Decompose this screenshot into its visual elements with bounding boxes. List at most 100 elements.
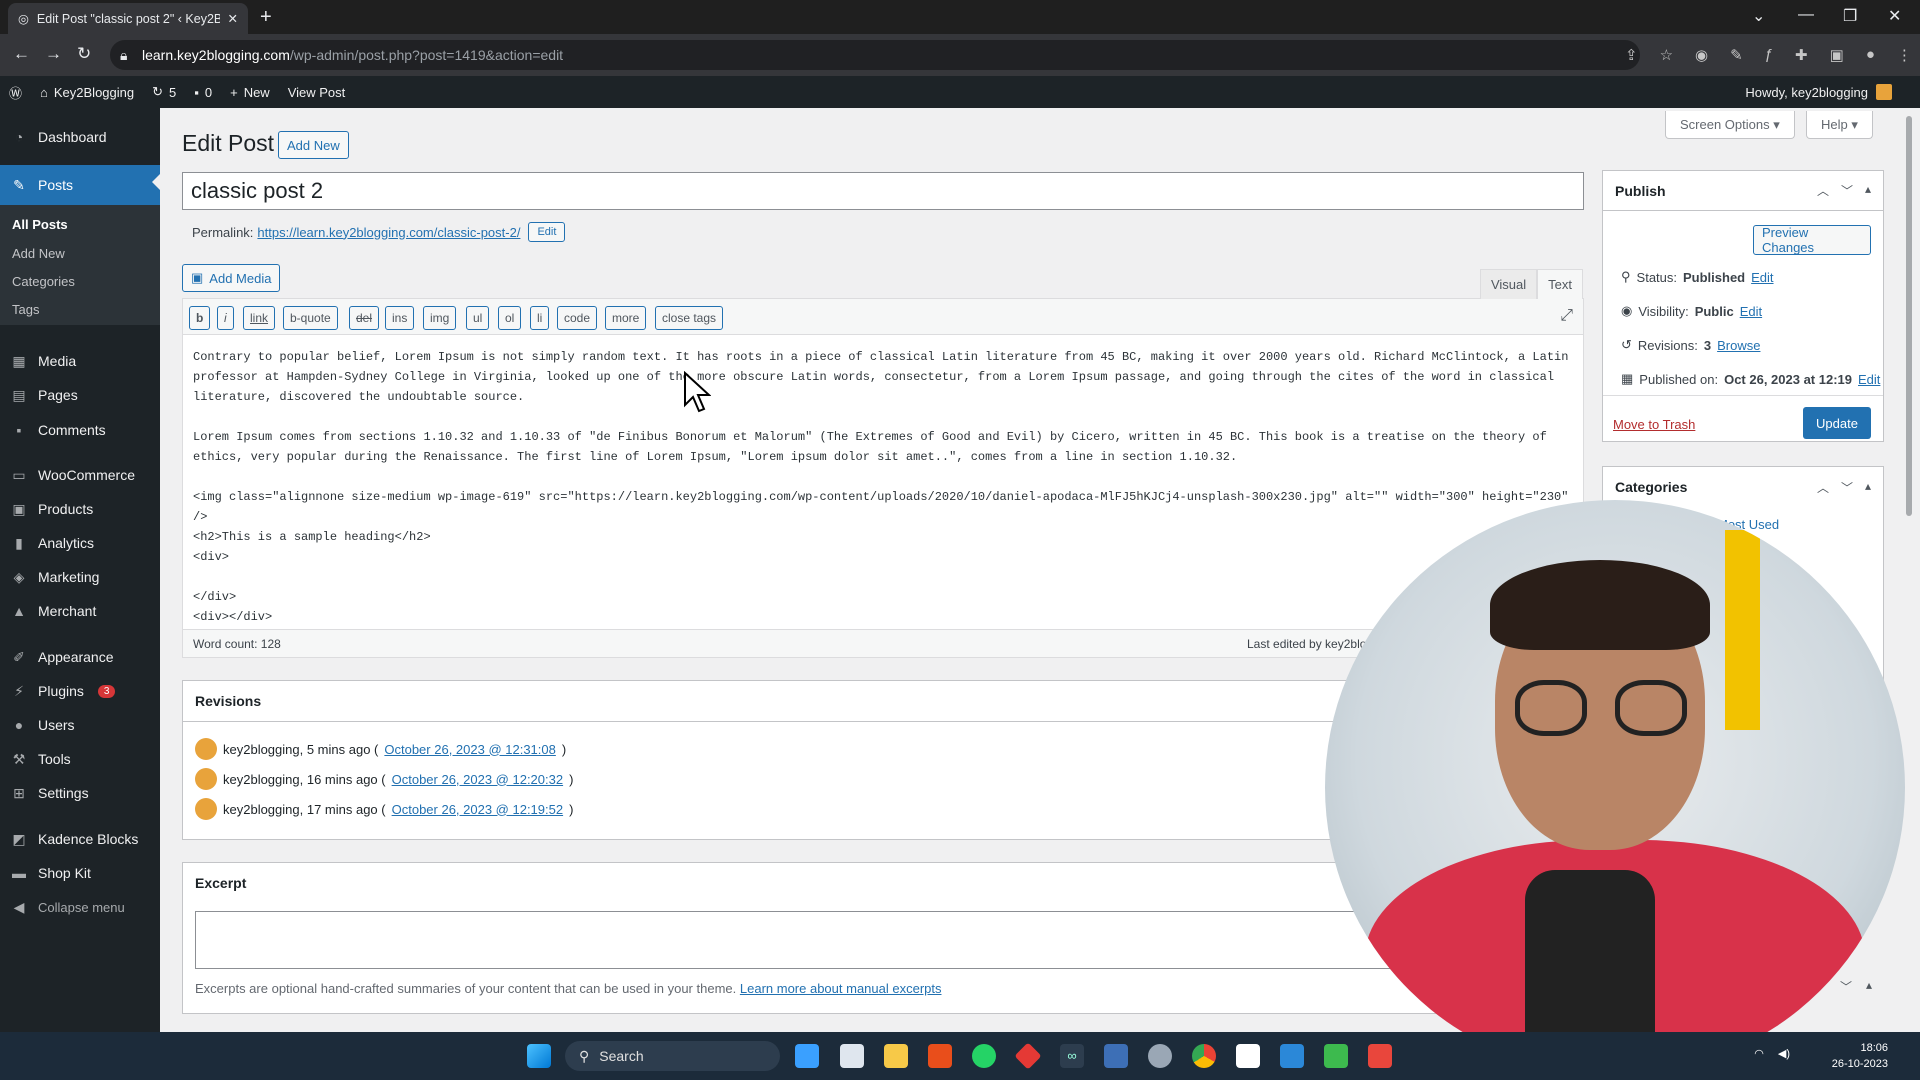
tab-visual[interactable]: Visual xyxy=(1479,269,1538,299)
scrollbar-thumb[interactable] xyxy=(1906,116,1912,516)
sidebar-item-appearance[interactable]: ✐ Appearance xyxy=(0,640,160,674)
update-button[interactable]: Update xyxy=(1803,407,1871,439)
qt-li-button[interactable]: li xyxy=(530,306,550,330)
browser-tab[interactable]: ◎ Edit Post "classic post 2" ‹ Key2Bl… ✕ xyxy=(8,3,248,34)
sidebar-item-kadence-blocks[interactable]: ◩ Kadence Blocks xyxy=(0,822,160,856)
wp-logo-icon[interactable]: Ⓦ xyxy=(0,76,31,108)
fullscreen-icon[interactable]: ⤢ xyxy=(1560,307,1573,325)
add-new-button[interactable]: Add New xyxy=(278,131,349,159)
tab-search-icon[interactable]: ⌄ xyxy=(1752,6,1765,26)
close-tab-icon[interactable]: ✕ xyxy=(228,11,238,26)
submenu-categories[interactable]: Categories xyxy=(12,274,75,289)
sidebar-item-analytics[interactable]: ▮ Analytics xyxy=(0,526,160,560)
revision-link[interactable]: October 26, 2023 @ 12:19:52 xyxy=(392,802,563,817)
visibility-edit-link[interactable]: Edit xyxy=(1740,304,1762,319)
move-up-icon[interactable]: ︿ xyxy=(1817,182,1829,199)
maximize-icon[interactable]: ❐ xyxy=(1843,6,1857,26)
post-title-input[interactable]: classic post 2 xyxy=(182,172,1584,210)
status-edit-link[interactable]: Edit xyxy=(1751,270,1773,285)
add-media-button[interactable]: ▣ Add Media xyxy=(182,264,281,292)
sidebar-item-marketing[interactable]: ◈ Marketing xyxy=(0,560,160,594)
extension-color-icon[interactable]: ◉ xyxy=(1695,46,1708,64)
published-edit-link[interactable]: Edit xyxy=(1858,372,1880,387)
browse-revisions-link[interactable]: Browse xyxy=(1717,338,1760,353)
collapse-menu-button[interactable]: ◀ Collapse menu xyxy=(0,890,160,924)
comments-link[interactable]: ▪ 0 xyxy=(185,76,221,108)
revision-link[interactable]: October 26, 2023 @ 12:20:32 xyxy=(392,772,563,787)
move-down-icon[interactable]: ﹀ xyxy=(1841,479,1853,496)
chrome-icon[interactable] xyxy=(1192,1044,1216,1068)
toggle-panel-icon[interactable]: ▴ xyxy=(1865,182,1871,199)
submenu-all-posts[interactable]: All Posts xyxy=(12,217,68,232)
qt-del-button[interactable]: del xyxy=(349,306,380,330)
app-diamond-icon[interactable] xyxy=(1014,1042,1042,1070)
qt-img-button[interactable]: img xyxy=(423,306,457,330)
qt-more-button[interactable]: more xyxy=(605,306,647,330)
toggle-panel-icon[interactable]: ▴ xyxy=(1866,978,1872,995)
qt-ul-button[interactable]: ul xyxy=(466,306,490,330)
share-icon[interactable]: ⇪ xyxy=(1625,46,1638,64)
camtasia-green-icon[interactable] xyxy=(1324,1044,1348,1068)
submenu-add-new[interactable]: Add New xyxy=(12,246,65,261)
sidepanel-icon[interactable]: ▣ xyxy=(1830,46,1844,64)
forward-icon[interactable]: → xyxy=(45,44,62,64)
new-content-link[interactable]: + New xyxy=(221,76,279,108)
sidebar-item-dashboard[interactable]: ◔ Dashboard xyxy=(0,120,160,154)
site-name-link[interactable]: ⌂ Key2Blogging xyxy=(31,76,143,108)
back-icon[interactable]: ← xyxy=(13,44,30,64)
revision-link[interactable]: October 26, 2023 @ 12:31:08 xyxy=(384,742,555,757)
preview-changes-button[interactable]: Preview Changes xyxy=(1753,225,1871,255)
qt-link-button[interactable]: link xyxy=(243,306,276,330)
sidebar-item-products[interactable]: ▣ Products xyxy=(0,492,160,526)
sidebar-item-media[interactable]: ▦ Media xyxy=(0,344,160,378)
qt-code-button[interactable]: code xyxy=(557,306,598,330)
extension-formula-icon[interactable]: ƒ xyxy=(1765,46,1773,64)
notepad-icon[interactable] xyxy=(1280,1044,1304,1068)
submenu-tags[interactable]: Tags xyxy=(12,302,39,317)
toggle-panel-icon[interactable]: ▴ xyxy=(1865,479,1871,496)
close-window-icon[interactable]: ✕ xyxy=(1888,6,1901,26)
view-post-link[interactable]: View Post xyxy=(279,76,355,108)
qt-close-tags-button[interactable]: close tags xyxy=(655,306,724,330)
wifi-icon[interactable]: ◠ xyxy=(1754,1047,1764,1060)
extension-pen-icon[interactable]: ✎ xyxy=(1730,46,1743,64)
camtasia-red-icon[interactable] xyxy=(1368,1044,1392,1068)
sidebar-item-pages[interactable]: ▤ Pages xyxy=(0,378,160,412)
my-account-link[interactable]: Howdy, key2blogging xyxy=(1745,76,1892,108)
app-icon[interactable] xyxy=(928,1044,952,1068)
sidebar-item-merchant[interactable]: ▲ Merchant xyxy=(0,594,160,628)
screen-options-button[interactable]: Screen Options ▾ xyxy=(1665,111,1795,139)
move-to-trash-link[interactable]: Move to Trash xyxy=(1613,417,1695,432)
qt-italic-button[interactable]: i xyxy=(217,306,234,330)
updates-link[interactable]: ↻ 5 xyxy=(143,76,185,108)
tab-text[interactable]: Text xyxy=(1537,269,1583,299)
reload-icon[interactable]: ↻ xyxy=(77,44,91,64)
sidebar-item-settings[interactable]: ⊞ Settings xyxy=(0,776,160,810)
permalink-edit-button[interactable]: Edit xyxy=(528,222,566,242)
profile-avatar-icon[interactable]: ● xyxy=(1866,46,1875,64)
taskbar-clock[interactable]: 18:06 26-10-2023 xyxy=(1832,1040,1888,1072)
new-tab-icon[interactable]: + xyxy=(260,6,272,29)
settings-gear-icon[interactable] xyxy=(1148,1044,1172,1068)
qt-blockquote-button[interactable]: b-quote xyxy=(283,306,338,330)
permalink-link[interactable]: https://learn.key2blogging.com/classic-p… xyxy=(257,225,520,240)
help-button[interactable]: Help ▾ xyxy=(1806,111,1873,139)
start-windows-icon[interactable] xyxy=(527,1044,551,1068)
infinity-icon[interactable]: ∞ xyxy=(1060,1044,1084,1068)
sidebar-item-tools[interactable]: ⚒ Tools xyxy=(0,742,160,776)
sidebar-item-posts[interactable]: ✎ Posts xyxy=(0,165,160,205)
minimize-icon[interactable]: — xyxy=(1798,6,1814,24)
whatsapp-icon[interactable] xyxy=(972,1044,996,1068)
extensions-puzzle-icon[interactable]: ✚ xyxy=(1795,46,1808,64)
move-down-icon[interactable]: ﹀ xyxy=(1841,182,1853,199)
move-up-icon[interactable]: ︿ xyxy=(1817,479,1829,496)
qt-ol-button[interactable]: ol xyxy=(498,306,522,330)
widgets-icon[interactable] xyxy=(795,1044,819,1068)
bookmark-star-icon[interactable]: ☆ xyxy=(1660,46,1673,64)
sidebar-item-comments[interactable]: ▪ Comments xyxy=(0,413,160,447)
page-scrollbar[interactable] xyxy=(1904,108,1914,1032)
volume-icon[interactable]: ◀) xyxy=(1778,1047,1790,1060)
sidebar-item-shop-kit[interactable]: ▬ Shop Kit xyxy=(0,856,160,890)
sidebar-item-woocommerce[interactable]: ▭ WooCommerce xyxy=(0,458,160,492)
task-view-icon[interactable] xyxy=(840,1044,864,1068)
